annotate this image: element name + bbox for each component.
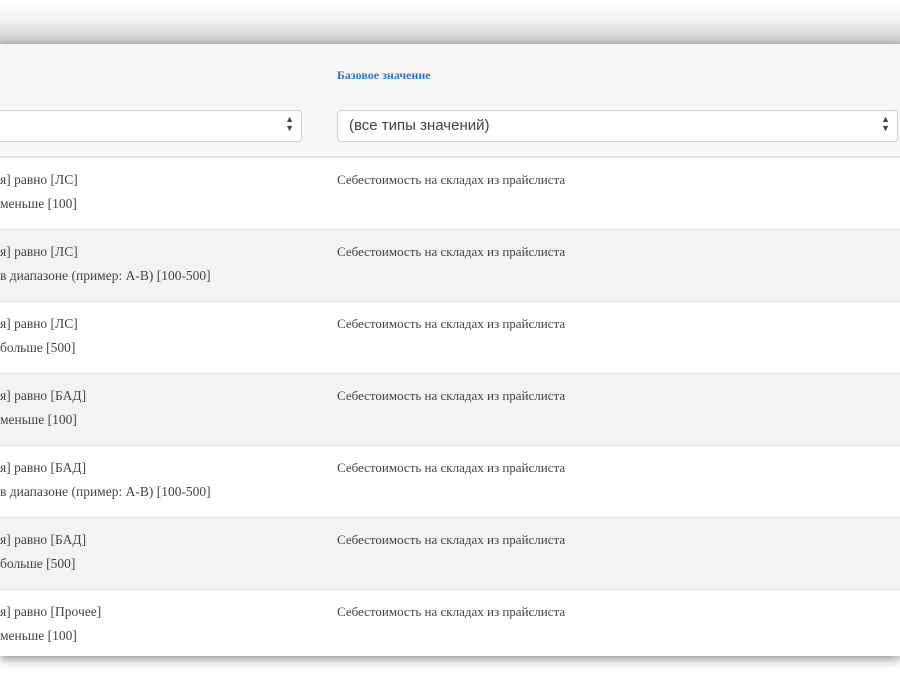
condition-type-text: я] равно [БАД] (0, 460, 87, 475)
condition-price-text: меньше [100] (0, 196, 77, 211)
pricing-rules-table: Базовое значение ▲ ▼ (все типы значений) … (0, 44, 900, 656)
condition-price-text: в диапазоне (пример: А-В) [100-500] (0, 268, 211, 283)
condition-type-text: я] равно [Прочее] (0, 604, 102, 619)
screenshot-stage: Базовое значение ▲ ▼ (все типы значений) … (0, 0, 900, 700)
updown-chevron-icon: ▲ ▼ (881, 114, 890, 133)
condition-price-text: в диапазоне (пример: А-В) [100-500] (0, 484, 211, 499)
base-value-text: Себестоимость на складах из прайслиста (337, 460, 566, 475)
table-row[interactable]: я] равно [ЛС] больше [500] Себестоимость… (0, 301, 900, 373)
base-value-filter-select[interactable]: (все типы значений) ▲ ▼ (337, 110, 898, 142)
table-row[interactable]: я] равно [БАД] в диапазоне (пример: А-В)… (0, 445, 900, 517)
table-header-row: Базовое значение (0, 44, 900, 104)
base-value-text: Себестоимость на складах из прайслиста (337, 604, 566, 619)
base-value-text: Себестоимость на складах из прайслиста (337, 316, 566, 331)
condition-filter-select[interactable]: ▲ ▼ (0, 110, 302, 142)
base-value-text: Себестоимость на складах из прайслиста (337, 244, 566, 259)
condition-price-text: меньше [100] (0, 412, 77, 427)
condition-type-text: я] равно [ЛС] (0, 244, 78, 259)
condition-type-text: я] равно [ЛС] (0, 316, 78, 331)
base-value-text: Себестоимость на складах из прайслиста (337, 532, 566, 547)
base-value-text: Себестоимость на складах из прайслиста (337, 388, 566, 403)
table-filter-row: ▲ ▼ (все типы значений) ▲ ▼ (0, 104, 900, 157)
table-row[interactable]: я] равно [Прочее] меньше [100] Себестоим… (0, 589, 900, 656)
condition-price-text: больше [500] (0, 556, 76, 571)
base-value-filter-value: (все типы значений) (349, 117, 490, 134)
condition-price-text: больше [500] (0, 340, 76, 355)
base-value-text: Себестоимость на складах из прайслиста (337, 172, 566, 187)
table-row[interactable]: я] равно [ЛС] меньше [100] Себестоимость… (0, 157, 900, 229)
updown-chevron-icon: ▲ ▼ (285, 114, 294, 133)
table-body: я] равно [ЛС] меньше [100] Себестоимость… (0, 157, 900, 656)
condition-type-text: я] равно [ЛС] (0, 172, 78, 187)
condition-type-text: я] равно [БАД] (0, 532, 87, 547)
condition-price-text: меньше [100] (0, 628, 77, 643)
table-row[interactable]: я] равно [БАД] больше [500] Себестоимост… (0, 517, 900, 589)
condition-type-text: я] равно [БАД] (0, 388, 87, 403)
table-row[interactable]: я] равно [ЛС] в диапазоне (пример: А-В) … (0, 229, 900, 301)
window-top-shadow (0, 0, 900, 44)
base-value-column-header[interactable]: Базовое значение (337, 68, 431, 83)
table-row[interactable]: я] равно [БАД] меньше [100] Себестоимост… (0, 373, 900, 445)
